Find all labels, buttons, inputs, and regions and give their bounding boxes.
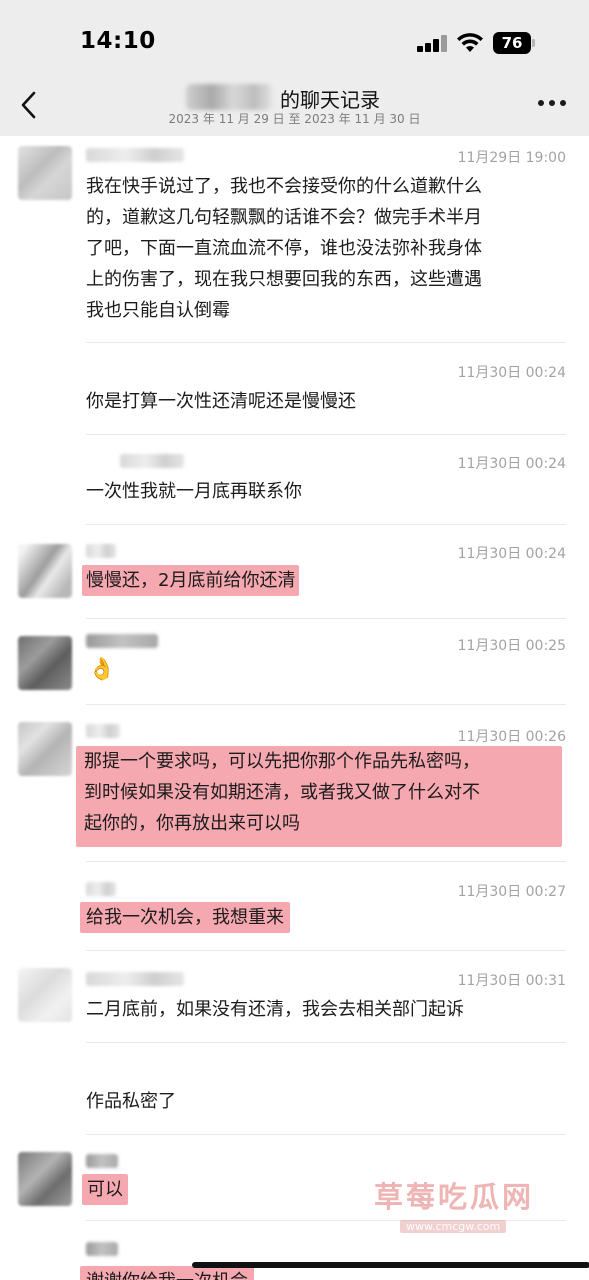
avatar[interactable] [18, 1152, 72, 1206]
highlighted-message: 那提一个要求吗，可以先把你那个作品先私密吗， 到时候如果没有如期还清，或者我又做… [76, 746, 562, 847]
message-line: 我在快手说过了，我也不会接受你的什么道歉什么 [86, 176, 482, 197]
message-text: 作品私密了 [86, 1091, 176, 1112]
avatar[interactable] [18, 722, 72, 776]
message-text: 可以 [87, 1179, 123, 1200]
message-line: 我也只能自认倒霉 [86, 300, 230, 321]
divider [86, 704, 566, 705]
home-indicator[interactable] [192, 1262, 589, 1268]
message-text: 慢慢还，2月底前给你还清 [86, 570, 296, 591]
redacted-sender-name [86, 882, 116, 896]
message-line: 了吧，下面一直流血流不停，谁也没法弥补我身体 [86, 238, 482, 259]
site-watermark-url: www.cmcgw.com [400, 1220, 507, 1233]
message-line: 到时候如果没有如期还清，或者我又做了什么对不 [84, 782, 480, 803]
ok-hand-emoji: 👌 [88, 657, 116, 682]
message-line: 那提一个要求吗，可以先把你那个作品先私密吗， [84, 751, 480, 772]
divider [86, 861, 566, 862]
redacted-contact-name [186, 84, 272, 110]
battery-indicator: 76 [493, 32, 531, 54]
message-timestamp: 11月30日 00:24 [457, 546, 566, 562]
avatar[interactable] [18, 146, 72, 200]
message-timestamp: 11月30日 00:25 [457, 638, 566, 654]
message-timestamp: 11月30日 00:31 [457, 973, 566, 989]
redacted-sender-name [86, 544, 116, 558]
redacted-sender-name [86, 634, 158, 648]
signal-icon [417, 34, 449, 52]
redacted-sender-name [86, 1242, 118, 1256]
highlighted-message: 可以 [82, 1174, 128, 1205]
message-text: 谢谢你给我一次机会 [86, 1266, 248, 1280]
highlighted-message: 给我一次机会，我想重来 [80, 902, 290, 933]
highlighted-message: 慢慢还，2月底前给你还清 [82, 565, 300, 596]
divider [86, 434, 566, 435]
message-timestamp: 11月30日 00:24 [457, 456, 566, 472]
redacted-sender-name [86, 1154, 118, 1168]
redacted-sender-name [86, 972, 184, 986]
status-bar: 14:10 76 [0, 0, 589, 80]
redacted-sender-name [120, 454, 184, 468]
avatar[interactable] [18, 544, 72, 598]
message-timestamp: 11月30日 00:26 [457, 729, 566, 745]
highlighted-message: 谢谢你给我一次机会 [80, 1266, 254, 1280]
redacted-sender-name [86, 148, 184, 162]
message-line: 上的伤害了，现在我只想要回我的东西，这些遭遇 [86, 269, 482, 290]
message-text: 二月底前，如果没有还清，我会去相关部门起诉 [86, 999, 464, 1020]
divider [86, 950, 566, 951]
message-list[interactable]: 11月29日 19:00 我在快手说过了，我也不会接受你的什么道歉什么 的，道歉… [0, 136, 589, 1280]
divider [86, 342, 566, 343]
divider [86, 618, 566, 619]
battery-tip [532, 39, 535, 47]
date-range-subtitle: 2023 年 11 月 29 日 至 2023 年 11 月 30 日 [168, 112, 421, 126]
message-text: 一次性我就一月底再联系你 [86, 481, 302, 502]
wifi-icon [457, 33, 483, 52]
message-timestamp: 11月30日 00:24 [457, 365, 566, 381]
message-line: 的，道歉这几句轻飘飘的话谁不会？做完手术半月 [86, 207, 482, 228]
ellipsis-icon[interactable] [538, 100, 566, 108]
message-text: 给我一次机会，我想重来 [86, 907, 284, 928]
message-line: 起你的，你再放出来可以吗 [84, 813, 300, 834]
page-title: 的聊天记录 [280, 88, 380, 112]
message-timestamp: 11月30日 00:27 [457, 884, 566, 900]
site-watermark: 草莓吃瓜网 [374, 1180, 535, 1214]
message-timestamp: 11月29日 19:00 [457, 150, 566, 166]
message-text: 我在快手说过了，我也不会接受你的什么道歉什么 的，道歉这几句轻飘飘的话谁不会？做… [86, 171, 566, 326]
chat-history-header: 的聊天记录 2023 年 11 月 29 日 至 2023 年 11 月 30 … [0, 80, 589, 136]
divider [86, 1134, 566, 1135]
status-time: 14:10 [80, 28, 156, 54]
divider [86, 524, 566, 525]
avatar[interactable] [18, 636, 72, 690]
avatar[interactable] [18, 968, 72, 1022]
message-text: 你是打算一次性还清呢还是慢慢还 [86, 391, 356, 412]
divider [86, 1042, 566, 1043]
redacted-sender-name [86, 724, 120, 738]
